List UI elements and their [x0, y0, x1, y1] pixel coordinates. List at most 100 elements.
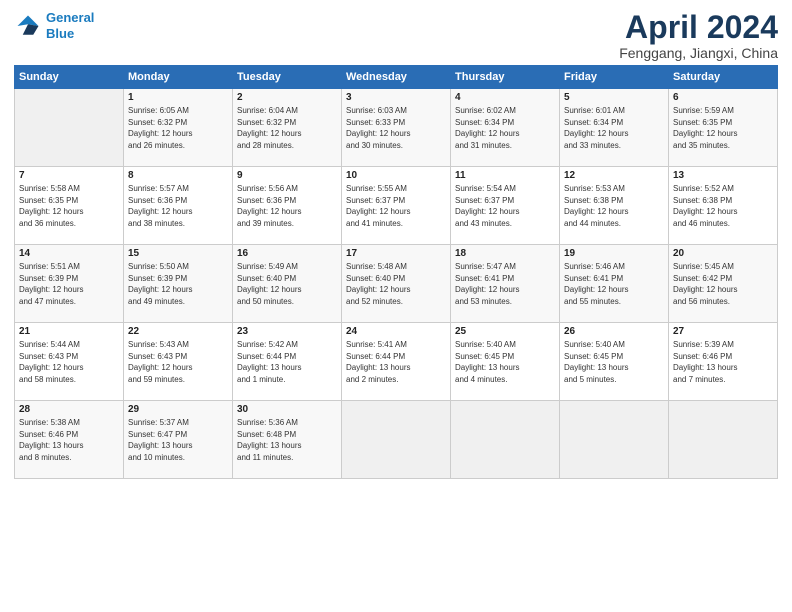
calendar-cell [342, 401, 451, 479]
day-number: 12 [564, 170, 664, 181]
calendar-cell [560, 401, 669, 479]
calendar-cell: 16Sunrise: 5:49 AM Sunset: 6:40 PM Dayli… [233, 245, 342, 323]
calendar-cell: 27Sunrise: 5:39 AM Sunset: 6:46 PM Dayli… [669, 323, 778, 401]
calendar-cell: 24 Sunrise: 5:41 AM Sunset: 6:44 PM Dayli… [342, 323, 451, 401]
calendar-cell: 26 Sunrise: 5:40 AM Sunset: 6:45 PM Dayli… [560, 323, 669, 401]
day-number: 7 [19, 170, 119, 181]
day-number: 21 [19, 326, 119, 337]
cell-info: Sunrise: 5:48 AM Sunset: 6:40 PM Dayligh… [346, 261, 446, 307]
cell-info: Sunrise: 5:38 AM Sunset: 6:46 PM Dayligh… [19, 417, 119, 463]
day-number: 28 [19, 404, 119, 415]
calendar-cell: 1 Sunrise: 6:05 AM Sunset: 6:32 PM Daylig… [124, 89, 233, 167]
cell-info: Sunrise: 5:56 AM Sunset: 6:36 PM Dayligh… [237, 183, 337, 229]
cell-info: Sunrise: 5:40 AM Sunset: 6:45 PM Dayligh… [455, 339, 555, 385]
main-container: General Blue April 2024 Fenggang, Jiangx… [0, 0, 792, 487]
calendar-cell: 17 Sunrise: 5:48 AM Sunset: 6:40 PM Dayli… [342, 245, 451, 323]
cell-info: Sunrise: 5:37 AM Sunset: 6:47 PM Dayligh… [128, 417, 228, 463]
cell-info: Sunrise: 5:51 AM Sunset: 6:39 PM Dayligh… [19, 261, 119, 307]
calendar-cell [15, 89, 124, 167]
calendar-cell [451, 401, 560, 479]
calendar-cell: 25 Sunrise: 5:40 AM Sunset: 6:45 PM Dayli… [451, 323, 560, 401]
calendar-cell: 18 Sunrise: 5:47 AM Sunset: 6:41 PM Dayli… [451, 245, 560, 323]
cell-info: Sunrise: 5:52 AM Sunset: 6:38 PM Dayligh… [673, 183, 773, 229]
day-number: 26 [564, 326, 664, 337]
day-number: 14 [19, 248, 119, 259]
cell-info: Sunrise: 6:02 AM Sunset: 6:34 PM Dayligh… [455, 105, 555, 151]
cell-info: Sunrise: 5:50 AM Sunset: 6:39 PM Dayligh… [128, 261, 228, 307]
calendar-cell: 4Sunrise: 6:02 AM Sunset: 6:34 PM Daylig… [451, 89, 560, 167]
cell-info: Sunrise: 5:46 AM Sunset: 6:41 PM Dayligh… [564, 261, 664, 307]
day-number: 3 [346, 92, 446, 103]
calendar-cell: 15 Sunrise: 5:50 AM Sunset: 6:39 PM Dayli… [124, 245, 233, 323]
col-header-sunday: Sunday [15, 66, 124, 89]
calendar-week-2: 14 Sunrise: 5:51 AM Sunset: 6:39 PM Dayli… [15, 245, 778, 323]
day-number: 23 [237, 326, 337, 337]
calendar-cell: 9Sunrise: 5:56 AM Sunset: 6:36 PM Daylig… [233, 167, 342, 245]
col-header-monday: Monday [124, 66, 233, 89]
calendar-cell: 19 Sunrise: 5:46 AM Sunset: 6:41 PM Dayli… [560, 245, 669, 323]
day-number: 15 [128, 248, 228, 259]
calendar-cell [669, 401, 778, 479]
day-number: 22 [128, 326, 228, 337]
calendar-cell: 2Sunrise: 6:04 AM Sunset: 6:32 PM Daylig… [233, 89, 342, 167]
cell-info: Sunrise: 5:41 AM Sunset: 6:44 PM Dayligh… [346, 339, 446, 385]
calendar-cell: 8 Sunrise: 5:57 AM Sunset: 6:36 PM Daylig… [124, 167, 233, 245]
month-title: April 2024 [619, 10, 778, 45]
cell-info: Sunrise: 6:01 AM Sunset: 6:34 PM Dayligh… [564, 105, 664, 151]
day-number: 20 [673, 248, 773, 259]
day-number: 10 [346, 170, 446, 181]
calendar-cell: 12 Sunrise: 5:53 AM Sunset: 6:38 PM Dayli… [560, 167, 669, 245]
day-number: 24 [346, 326, 446, 337]
cell-info: Sunrise: 5:59 AM Sunset: 6:35 PM Dayligh… [673, 105, 773, 151]
calendar-cell: 23 Sunrise: 5:42 AM Sunset: 6:44 PM Dayli… [233, 323, 342, 401]
cell-info: Sunrise: 5:36 AM Sunset: 6:48 PM Dayligh… [237, 417, 337, 463]
calendar-cell: 29 Sunrise: 5:37 AM Sunset: 6:47 PM Dayli… [124, 401, 233, 479]
calendar-week-1: 7 Sunrise: 5:58 AM Sunset: 6:35 PM Daylig… [15, 167, 778, 245]
calendar-week-3: 21 Sunrise: 5:44 AM Sunset: 6:43 PM Dayli… [15, 323, 778, 401]
day-number: 27 [673, 326, 773, 337]
logo-general: General [46, 10, 94, 25]
col-header-tuesday: Tuesday [233, 66, 342, 89]
calendar-cell: 30 Sunrise: 5:36 AM Sunset: 6:48 PM Dayli… [233, 401, 342, 479]
calendar-header-row: SundayMondayTuesdayWednesdayThursdayFrid… [15, 66, 778, 89]
day-number: 19 [564, 248, 664, 259]
col-header-friday: Friday [560, 66, 669, 89]
logo-text: General Blue [46, 10, 94, 41]
cell-info: Sunrise: 5:40 AM Sunset: 6:45 PM Dayligh… [564, 339, 664, 385]
day-number: 6 [673, 92, 773, 103]
header: General Blue April 2024 Fenggang, Jiangx… [14, 10, 778, 61]
cell-info: Sunrise: 5:57 AM Sunset: 6:36 PM Dayligh… [128, 183, 228, 229]
cell-info: Sunrise: 6:04 AM Sunset: 6:32 PM Dayligh… [237, 105, 337, 151]
logo-blue-word: Blue [46, 26, 74, 41]
day-number: 13 [673, 170, 773, 181]
col-header-saturday: Saturday [669, 66, 778, 89]
cell-info: Sunrise: 5:47 AM Sunset: 6:41 PM Dayligh… [455, 261, 555, 307]
cell-info: Sunrise: 6:03 AM Sunset: 6:33 PM Dayligh… [346, 105, 446, 151]
calendar-cell: 22 Sunrise: 5:43 AM Sunset: 6:43 PM Dayli… [124, 323, 233, 401]
day-number: 25 [455, 326, 555, 337]
cell-info: Sunrise: 5:55 AM Sunset: 6:37 PM Dayligh… [346, 183, 446, 229]
day-number: 1 [128, 92, 228, 103]
day-number: 18 [455, 248, 555, 259]
cell-info: Sunrise: 5:44 AM Sunset: 6:43 PM Dayligh… [19, 339, 119, 385]
col-header-wednesday: Wednesday [342, 66, 451, 89]
calendar-cell: 20Sunrise: 5:45 AM Sunset: 6:42 PM Dayli… [669, 245, 778, 323]
cell-info: Sunrise: 5:42 AM Sunset: 6:44 PM Dayligh… [237, 339, 337, 385]
day-number: 5 [564, 92, 664, 103]
calendar-week-4: 28 Sunrise: 5:38 AM Sunset: 6:46 PM Dayli… [15, 401, 778, 479]
calendar-cell: 10 Sunrise: 5:55 AM Sunset: 6:37 PM Dayli… [342, 167, 451, 245]
calendar-cell: 3 Sunrise: 6:03 AM Sunset: 6:33 PM Daylig… [342, 89, 451, 167]
calendar-table: SundayMondayTuesdayWednesdayThursdayFrid… [14, 65, 778, 479]
cell-info: Sunrise: 5:54 AM Sunset: 6:37 PM Dayligh… [455, 183, 555, 229]
col-header-thursday: Thursday [451, 66, 560, 89]
day-number: 30 [237, 404, 337, 415]
cell-info: Sunrise: 5:43 AM Sunset: 6:43 PM Dayligh… [128, 339, 228, 385]
cell-info: Sunrise: 5:49 AM Sunset: 6:40 PM Dayligh… [237, 261, 337, 307]
cell-info: Sunrise: 5:53 AM Sunset: 6:38 PM Dayligh… [564, 183, 664, 229]
calendar-cell: 6 Sunrise: 5:59 AM Sunset: 6:35 PM Daylig… [669, 89, 778, 167]
cell-info: Sunrise: 5:58 AM Sunset: 6:35 PM Dayligh… [19, 183, 119, 229]
day-number: 8 [128, 170, 228, 181]
day-number: 29 [128, 404, 228, 415]
day-number: 17 [346, 248, 446, 259]
cell-info: Sunrise: 6:05 AM Sunset: 6:32 PM Dayligh… [128, 105, 228, 151]
